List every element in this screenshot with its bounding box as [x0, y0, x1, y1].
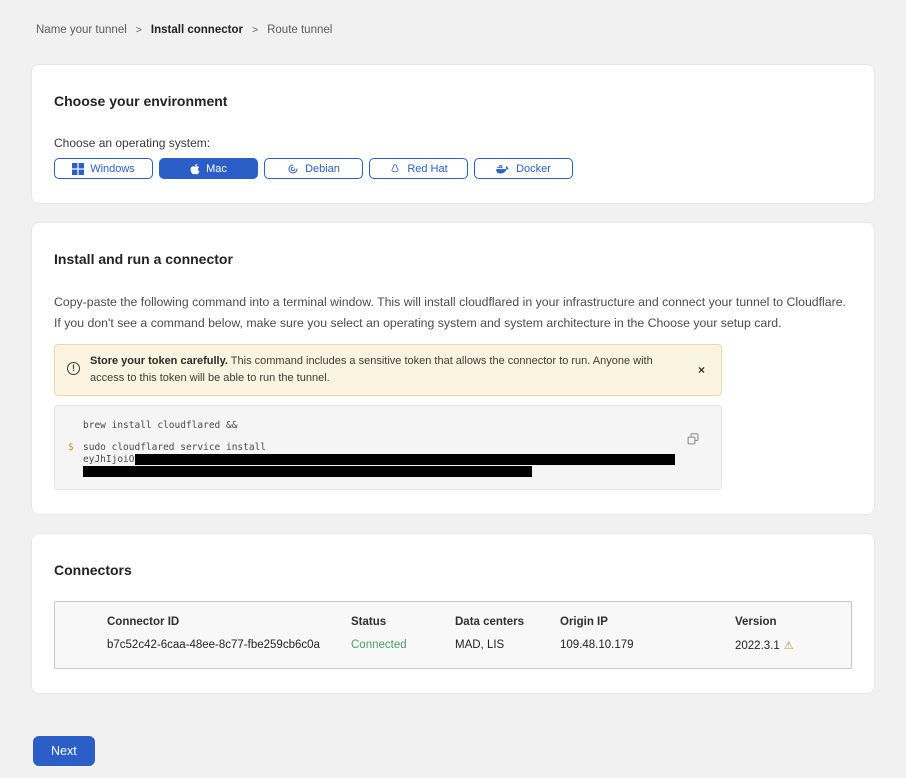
- connectors-table: Connector ID Status Data centers Origin …: [54, 601, 852, 669]
- token-warning-text: Store your token carefully. This command…: [90, 353, 684, 387]
- origin-ip-value: 109.48.10.179: [560, 639, 735, 652]
- install-connector-card: Install and run a connector Copy-paste t…: [31, 222, 875, 515]
- column-header-data-centers: Data centers: [455, 616, 560, 639]
- os-button-group: Windows Mac Debian: [54, 158, 852, 179]
- install-description: Copy-paste the following command into a …: [54, 292, 852, 334]
- breadcrumb-route-tunnel[interactable]: Route tunnel: [267, 24, 332, 36]
- connector-id-value: b7c52c42-6caa-48ee-8c77-fbe259cb6c0a: [107, 639, 351, 652]
- os-button-redhat[interactable]: Red Hat: [369, 158, 468, 179]
- os-button-label: Docker: [516, 163, 551, 175]
- apple-icon: [190, 163, 200, 175]
- choose-environment-card: Choose your environment Choose an operat…: [31, 64, 875, 204]
- code-line-sudo-text: sudo cloudflared service install: [83, 442, 266, 453]
- code-line-brew: brew install cloudflared &&: [83, 420, 707, 431]
- data-centers-value: MAD, LIS: [455, 639, 560, 652]
- connectors-card: Connectors Connector ID Status Data cent…: [31, 533, 875, 694]
- os-button-label: Debian: [305, 163, 340, 175]
- os-button-label: Red Hat: [407, 163, 447, 175]
- os-button-debian[interactable]: Debian: [264, 158, 363, 179]
- connectors-card-title: Connectors: [54, 562, 852, 579]
- table-row: b7c52c42-6caa-48ee-8c77-fbe259cb6c0a Con…: [107, 639, 841, 652]
- column-header-version: Version: [735, 616, 841, 639]
- column-header-status: Status: [351, 616, 455, 639]
- windows-icon: [72, 163, 84, 175]
- breadcrumb-name-your-tunnel[interactable]: Name your tunnel: [36, 24, 127, 36]
- connectors-table-header: Connector ID Status Data centers Origin …: [107, 616, 841, 639]
- status-badge: Connected: [351, 639, 455, 652]
- install-card-title: Install and run a connector: [54, 251, 852, 268]
- version-value: 2022.3.1 ⚠: [735, 639, 841, 652]
- token-warning-banner: ! Store your token carefully. This comma…: [54, 344, 722, 396]
- os-select-label: Choose an operating system:: [54, 136, 852, 150]
- code-line-token: eyJhIjoiO: [83, 454, 707, 465]
- environment-card-title: Choose your environment: [54, 93, 852, 110]
- version-warning-icon: ⚠: [784, 640, 794, 652]
- install-command-code-block: brew install cloudflared && $sudo cloudf…: [54, 405, 722, 490]
- token-warning-bold: Store your token carefully.: [90, 355, 228, 367]
- debian-icon: [287, 163, 299, 175]
- token-prefix: eyJhIjoiO: [83, 454, 134, 465]
- os-button-mac[interactable]: Mac: [159, 158, 258, 179]
- docker-icon: [496, 163, 510, 175]
- os-button-label: Windows: [90, 163, 135, 175]
- close-icon[interactable]: ×: [694, 361, 709, 379]
- column-header-origin-ip: Origin IP: [560, 616, 735, 639]
- os-button-docker[interactable]: Docker: [474, 158, 573, 179]
- breadcrumb-separator: >: [136, 24, 142, 36]
- copy-icon[interactable]: [687, 433, 699, 448]
- tunnel-setup-page: Name your tunnel > Install connector > R…: [0, 0, 906, 778]
- redacted-token-bar: [83, 466, 532, 477]
- code-line-sudo: $sudo cloudflared service install: [83, 442, 707, 453]
- shell-prompt: $: [68, 442, 74, 453]
- version-number: 2022.3.1: [735, 640, 780, 652]
- alert-circle-icon: !: [67, 362, 80, 375]
- redacted-token-bar: [135, 454, 675, 465]
- redhat-icon: [389, 163, 401, 175]
- breadcrumb-separator: >: [252, 24, 258, 36]
- os-button-label: Mac: [206, 163, 227, 175]
- column-header-connector-id: Connector ID: [107, 616, 351, 639]
- breadcrumb-install-connector[interactable]: Install connector: [151, 24, 243, 36]
- next-button[interactable]: Next: [33, 736, 95, 766]
- breadcrumb: Name your tunnel > Install connector > R…: [31, 0, 875, 36]
- os-button-windows[interactable]: Windows: [54, 158, 153, 179]
